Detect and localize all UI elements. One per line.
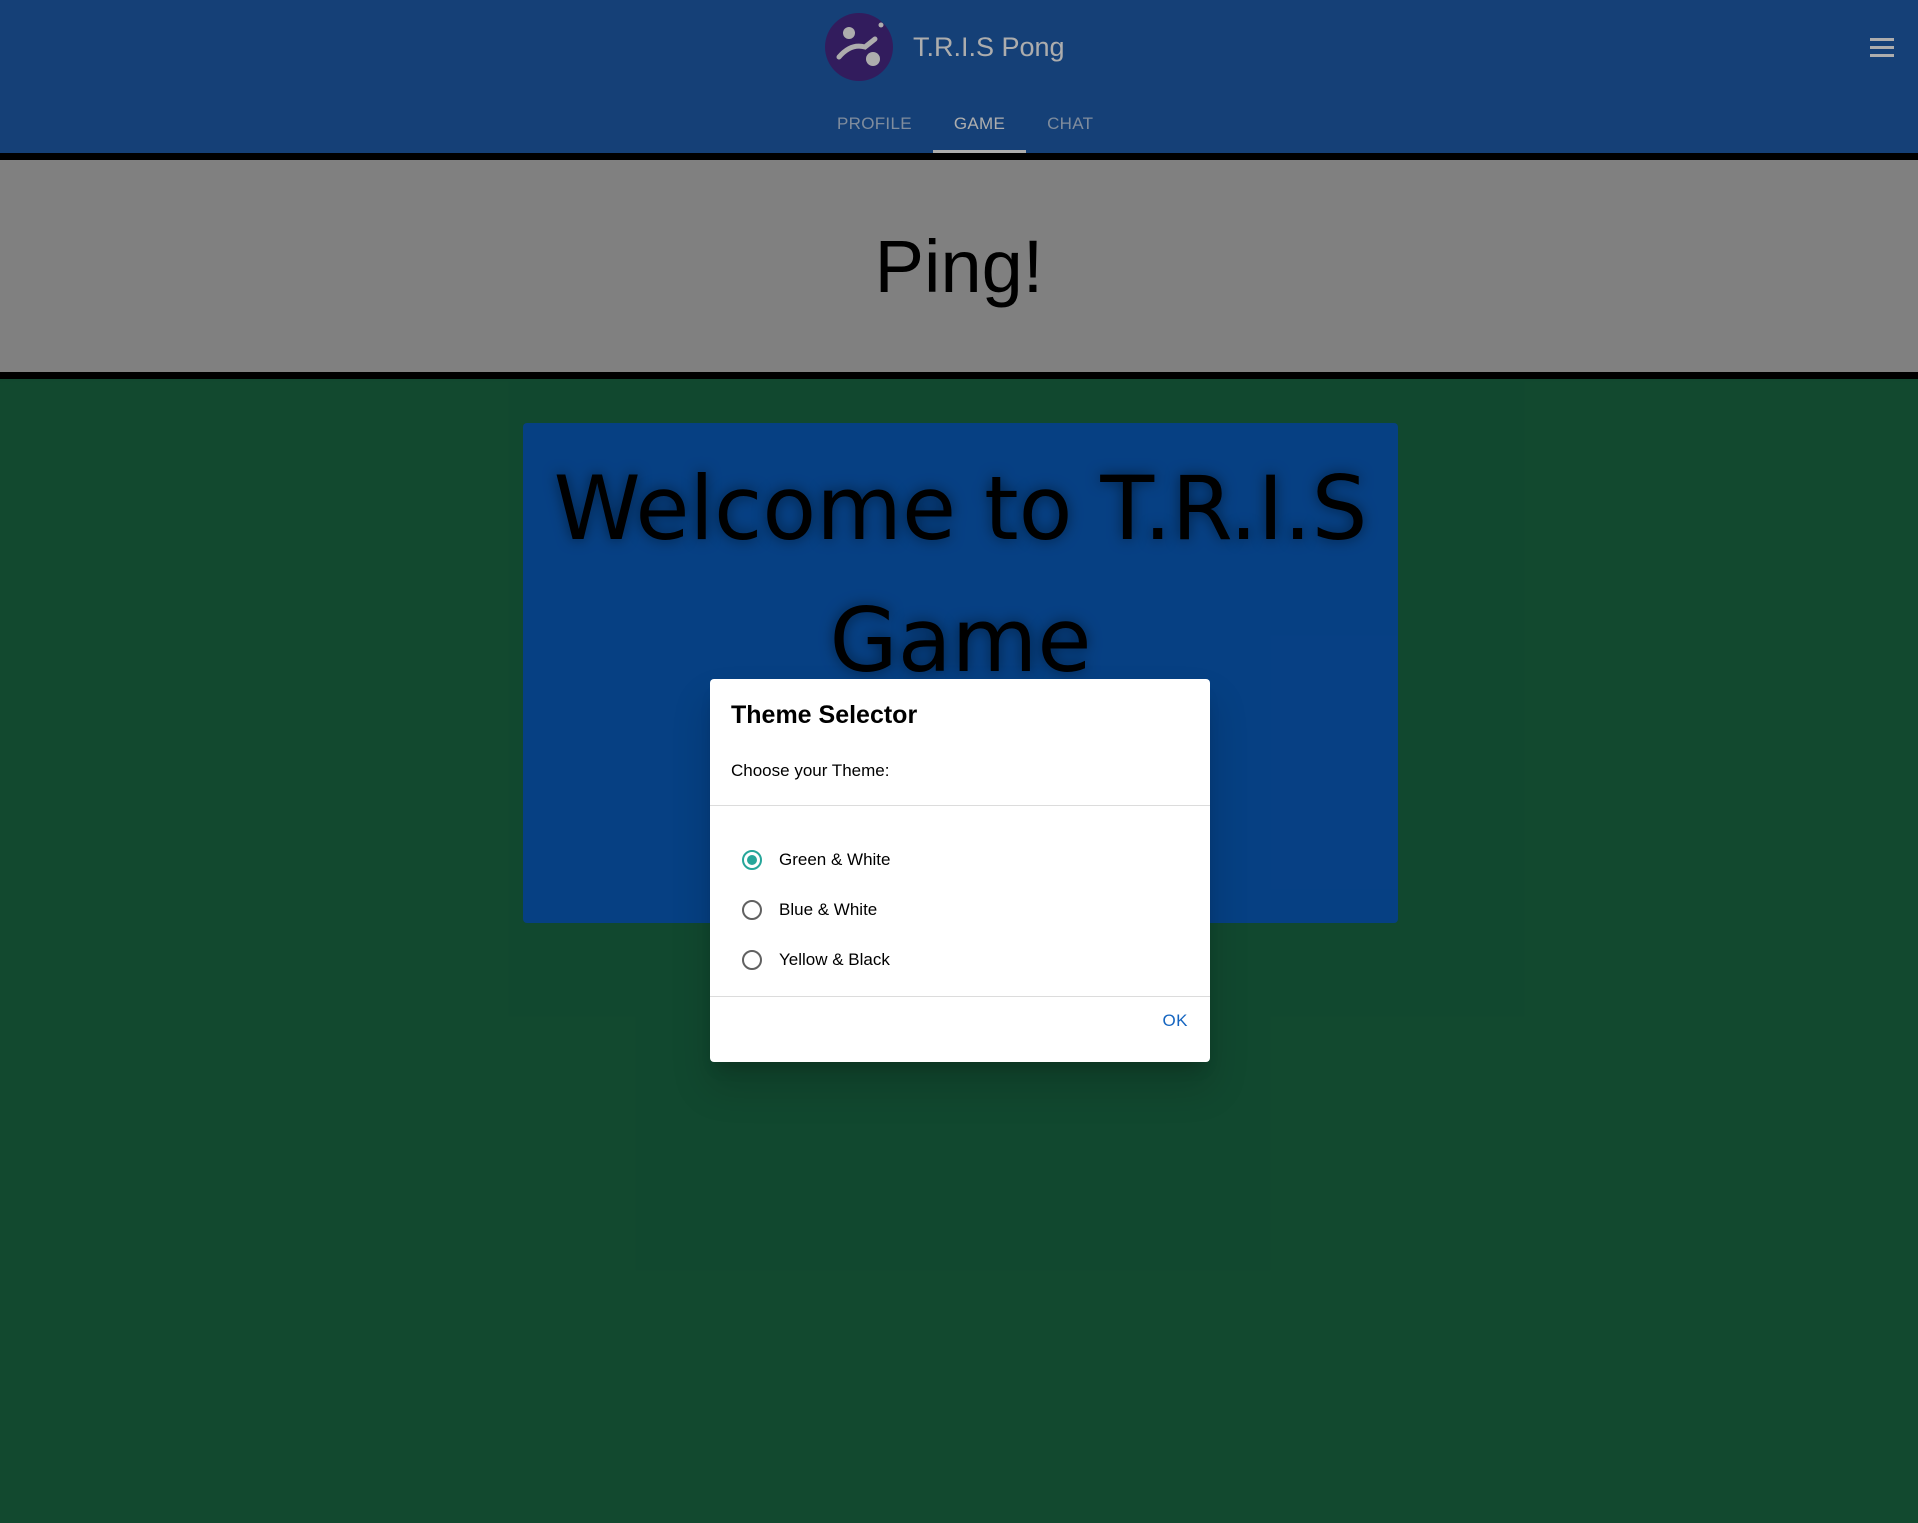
dialog-title: Theme Selector (731, 701, 918, 729)
option-label: Yellow & Black (779, 950, 890, 969)
radio-unchecked-icon[interactable] (742, 950, 762, 970)
theme-option-yellow-black[interactable]: Yellow & Black (742, 935, 891, 985)
theme-option-green-white[interactable]: Green & White (742, 835, 891, 885)
dialog-divider-bottom (710, 996, 1210, 997)
option-label: Green & White (779, 850, 891, 869)
radio-unchecked-icon[interactable] (742, 900, 762, 920)
dialog-divider-top (710, 805, 1210, 806)
dialog-subtitle: Choose your Theme: (731, 761, 890, 780)
theme-options: Green & White Blue & White Yellow & Blac… (742, 835, 891, 985)
theme-selector-dialog: Theme Selector Choose your Theme: Green … (710, 679, 1210, 1062)
option-label: Blue & White (779, 900, 878, 919)
theme-option-blue-white[interactable]: Blue & White (742, 885, 891, 935)
ok-button[interactable]: OK (1162, 1011, 1188, 1031)
radio-checked-icon[interactable] (742, 850, 762, 870)
